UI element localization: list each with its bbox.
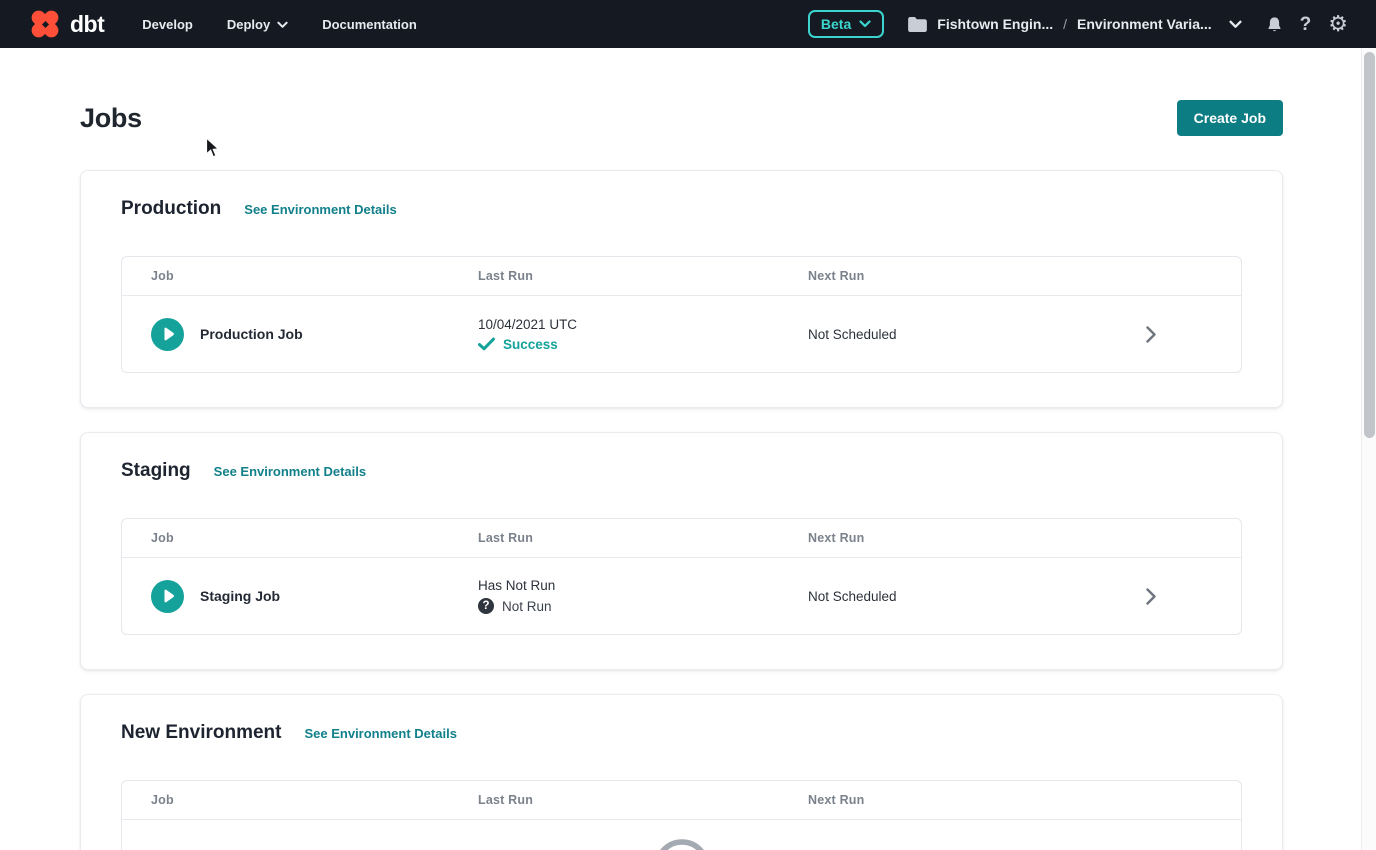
- nav-right-group: Beta Fishtown Engin... / Environment Var…: [808, 10, 1348, 38]
- play-icon: [162, 327, 175, 341]
- environment-name: New Environment: [121, 722, 281, 744]
- next-run-cell: Not Scheduled: [808, 327, 1061, 342]
- page-title: Jobs: [80, 103, 142, 134]
- page-header: Jobs Create Job: [80, 100, 1283, 136]
- scrollbar-thumb[interactable]: [1364, 52, 1375, 438]
- environment-card: Production See Environment Details Job L…: [80, 170, 1283, 408]
- chevron-down-icon: [1229, 20, 1242, 29]
- chevron-right-icon: [1146, 326, 1156, 343]
- column-next-run: Next Run: [808, 793, 1061, 807]
- environment-list: Production See Environment Details Job L…: [80, 170, 1283, 850]
- empty-jobs-state: ?: [122, 820, 1241, 850]
- last-run-date: 10/04/2021 UTC: [478, 317, 808, 332]
- chevron-right-icon: [1146, 588, 1156, 605]
- dbt-logo-icon: [28, 7, 62, 41]
- job-table-head: Job Last Run Next Run: [122, 519, 1241, 558]
- account-breadcrumb[interactable]: Fishtown Engin... / Environment Varia...: [908, 16, 1241, 32]
- job-table: Job Last Run Next Run Staging Job Has No…: [121, 518, 1242, 635]
- last-run-status: ? Success: [478, 337, 808, 352]
- environment-header: Production See Environment Details: [121, 198, 1242, 220]
- nav-item-develop[interactable]: Develop: [142, 17, 193, 32]
- top-navigation: dbt Develop Deploy Documentation Beta Fi…: [0, 0, 1376, 48]
- job-row[interactable]: Production Job 10/04/2021 UTC ? Success …: [122, 296, 1241, 372]
- last-run-cell: Has Not Run ? Not Run: [478, 578, 808, 614]
- gear-icon[interactable]: ⚙: [1328, 13, 1348, 35]
- job-name: Staging Job: [200, 588, 280, 604]
- environment-card: New Environment See Environment Details …: [80, 694, 1283, 850]
- see-environment-details-link[interactable]: See Environment Details: [214, 464, 366, 479]
- check-icon: [478, 337, 495, 351]
- column-next-run: Next Run: [808, 531, 1061, 545]
- next-run-cell: Not Scheduled: [808, 589, 1061, 604]
- last-run-status: ? Not Run: [478, 598, 808, 614]
- job-table-head: Job Last Run Next Run: [122, 781, 1241, 820]
- status-text: Not Run: [502, 599, 552, 614]
- dbt-logo-text: dbt: [70, 11, 104, 38]
- last-run-date: Has Not Run: [478, 578, 808, 593]
- job-row[interactable]: Staging Job Has Not Run ? Not Run Not Sc…: [122, 558, 1241, 634]
- help-circle-icon: ?: [478, 598, 494, 614]
- beta-dropdown[interactable]: Beta: [808, 10, 884, 38]
- last-run-cell: 10/04/2021 UTC ? Success: [478, 317, 808, 352]
- job-table-head: Job Last Run Next Run: [122, 257, 1241, 296]
- see-environment-details-link[interactable]: See Environment Details: [304, 726, 456, 741]
- chevron-down-icon: [277, 21, 288, 29]
- status-text: Success: [503, 337, 558, 352]
- main-content: Jobs Create Job Production See Environme…: [0, 100, 1376, 850]
- environment-header: Staging See Environment Details: [121, 460, 1242, 482]
- chevron-down-icon: [859, 20, 871, 28]
- beta-label: Beta: [821, 16, 851, 32]
- breadcrumb-separator: /: [1063, 16, 1067, 32]
- dbt-logo[interactable]: dbt: [28, 7, 104, 41]
- question-circle-icon: ?: [653, 838, 711, 850]
- breadcrumb-page: Environment Varia...: [1077, 16, 1212, 32]
- environment-header: New Environment See Environment Details: [121, 722, 1242, 744]
- nav-item-deploy[interactable]: Deploy: [227, 17, 288, 32]
- environment-name: Production: [121, 198, 221, 220]
- run-job-button[interactable]: [151, 580, 184, 613]
- job-name: Production Job: [200, 326, 303, 342]
- environment-name: Staging: [121, 460, 191, 482]
- column-job: Job: [151, 269, 478, 283]
- folder-icon: [908, 17, 927, 32]
- nav-item-documentation[interactable]: Documentation: [322, 17, 417, 32]
- environment-card: Staging See Environment Details Job Last…: [80, 432, 1283, 670]
- create-job-button[interactable]: Create Job: [1177, 100, 1283, 136]
- column-job: Job: [151, 793, 478, 807]
- nav-icon-group: ? ⚙: [1266, 13, 1348, 35]
- column-last-run: Last Run: [478, 531, 808, 545]
- vertical-scrollbar[interactable]: [1361, 48, 1376, 850]
- run-job-button[interactable]: [151, 318, 184, 351]
- breadcrumb-project: Fishtown Engin...: [937, 16, 1053, 32]
- job-table: Job Last Run Next Run Production Job 10/…: [121, 256, 1242, 373]
- primary-nav: Develop Deploy Documentation: [142, 17, 417, 32]
- bell-icon[interactable]: [1266, 15, 1283, 34]
- play-icon: [162, 589, 175, 603]
- column-last-run: Last Run: [478, 269, 808, 283]
- see-environment-details-link[interactable]: See Environment Details: [244, 202, 396, 217]
- column-job: Job: [151, 531, 478, 545]
- job-table: Job Last Run Next Run ?: [121, 780, 1242, 850]
- help-icon[interactable]: ?: [1300, 15, 1312, 34]
- column-last-run: Last Run: [478, 793, 808, 807]
- column-next-run: Next Run: [808, 269, 1061, 283]
